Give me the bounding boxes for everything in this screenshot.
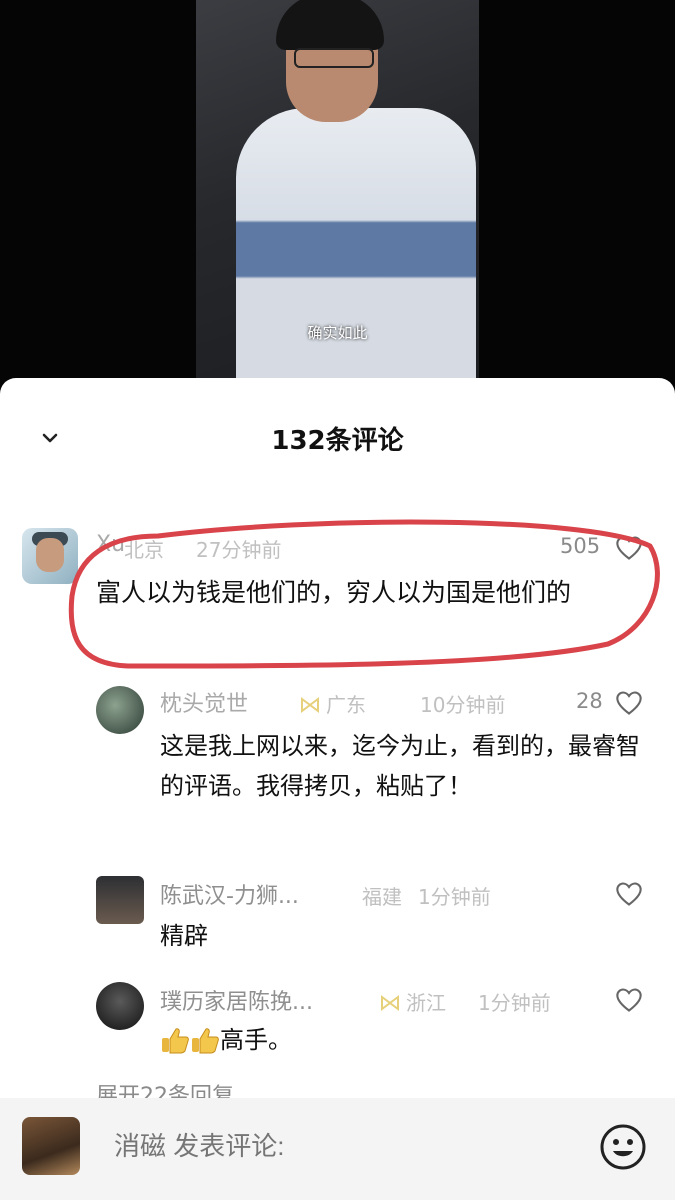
- video-frame: 确实如此: [196, 0, 479, 378]
- reply-region: 浙江: [406, 991, 446, 1015]
- reply-like-count: 28: [576, 689, 603, 713]
- reply-username[interactable]: 枕头觉世: [160, 686, 248, 718]
- heart-icon[interactable]: [615, 690, 643, 716]
- video-subtitle: 确实如此: [307, 324, 368, 342]
- reply-region: 广东: [326, 693, 366, 717]
- reply-text: 高手。: [220, 1026, 292, 1054]
- thumbs-up-icon: [162, 1028, 189, 1054]
- person-hair: [276, 0, 384, 50]
- thumbs-up-icon: [192, 1028, 219, 1054]
- reply-text: 精辟: [160, 922, 208, 950]
- avatar[interactable]: [96, 982, 144, 1030]
- reply-time: 1分钟前: [478, 991, 551, 1015]
- region-badge-icon: [381, 995, 399, 1011]
- avatar[interactable]: [96, 876, 144, 924]
- heart-icon[interactable]: [615, 987, 643, 1013]
- comment-sheet: 132条评论 Xu 北京 27分钟前 505 富人以为钱是他们的，穷人以为国是他…: [0, 378, 675, 1200]
- reply-username[interactable]: 陈武汉-力狮...: [160, 878, 299, 910]
- reply-region: 福建: [362, 885, 402, 909]
- heart-icon[interactable]: [615, 881, 643, 907]
- highlight-annotation: [68, 519, 660, 669]
- reply-time: 1分钟前: [418, 885, 491, 909]
- reply-text: 这是我上网以来，迄今为止，看到的，最睿智的评语。我得拷贝，粘贴了！: [160, 732, 640, 800]
- region-badge-icon: [301, 697, 319, 713]
- comment-count-title: 132条评论: [271, 426, 404, 456]
- video-player[interactable]: 确实如此: [0, 0, 675, 400]
- reply-username[interactable]: 璞历家居陈挽...: [160, 984, 313, 1016]
- reply-time: 10分钟前: [420, 693, 506, 717]
- comment-input[interactable]: [98, 1112, 578, 1180]
- glasses: [294, 48, 374, 68]
- emoji-icon[interactable]: [598, 1122, 648, 1172]
- avatar[interactable]: [96, 686, 144, 734]
- avatar[interactable]: [22, 1117, 80, 1175]
